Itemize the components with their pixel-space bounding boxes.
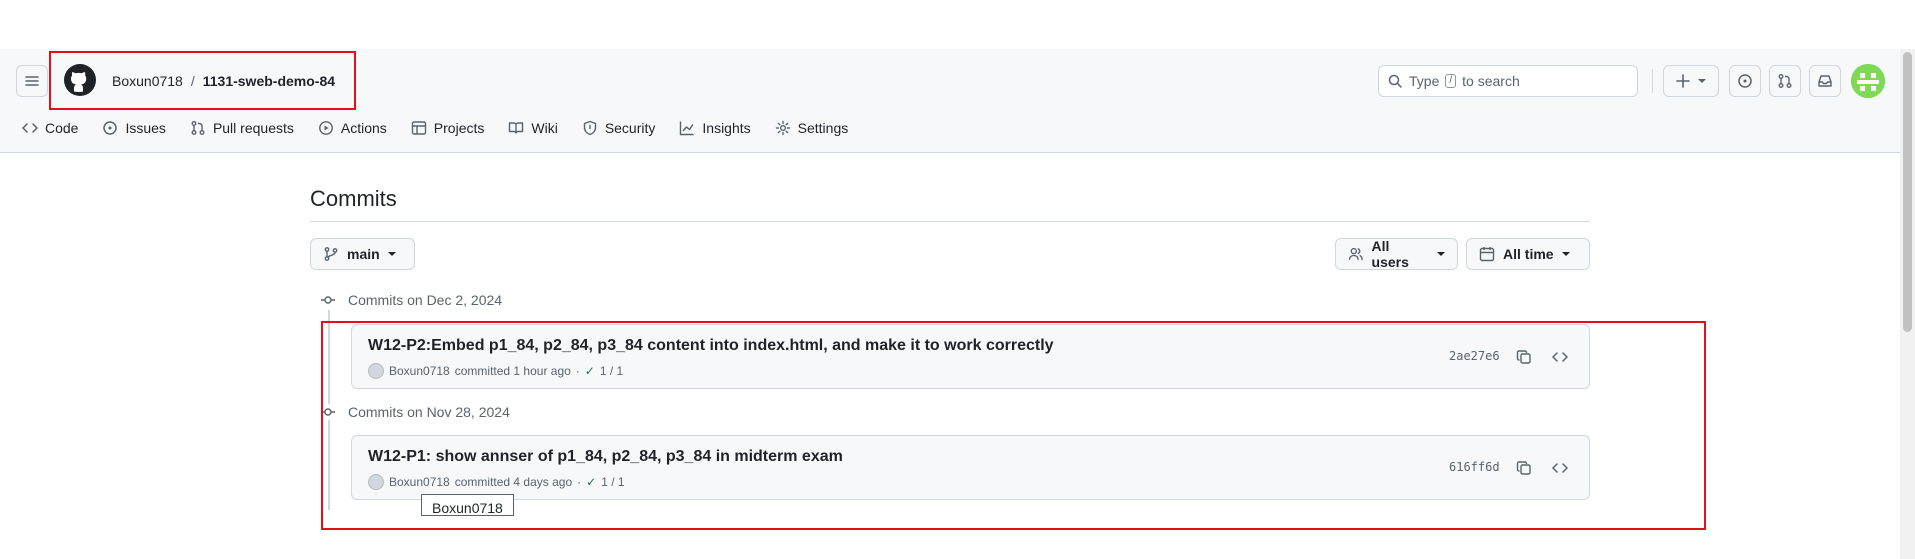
search-suffix: to search — [1462, 73, 1520, 89]
tab-wiki[interactable]: Wiki — [508, 118, 558, 138]
shield-icon — [583, 120, 597, 136]
git-commit-icon — [321, 296, 335, 304]
users-filter-button[interactable]: All users — [1335, 238, 1458, 270]
chevron-down-icon — [1437, 252, 1445, 256]
inbox-button[interactable] — [1809, 65, 1841, 97]
issues-button[interactable] — [1729, 65, 1761, 97]
commits-highlight — [321, 321, 1706, 530]
menu-button[interactable] — [16, 65, 48, 97]
tab-actions[interactable]: Actions — [318, 118, 387, 138]
scrollbar-thumb[interactable] — [1903, 52, 1912, 332]
repo-tabs: Code Issues Pull requests Actions Projec… — [22, 118, 872, 138]
tab-label: Wiki — [531, 120, 558, 136]
pull-request-icon — [1778, 74, 1792, 88]
tab-pull-requests[interactable]: Pull requests — [190, 118, 294, 138]
gear-icon — [775, 120, 790, 136]
tab-security[interactable]: Security — [582, 118, 656, 138]
people-icon — [1348, 247, 1363, 261]
title-divider — [310, 221, 1590, 222]
tab-label: Code — [45, 120, 79, 136]
tab-label: Issues — [125, 120, 166, 136]
search-icon — [1388, 74, 1402, 88]
issue-icon — [103, 121, 118, 135]
graph-icon — [680, 121, 694, 136]
tab-settings[interactable]: Settings — [775, 118, 849, 138]
users-filter-label: All users — [1371, 238, 1409, 270]
repo-breadcrumb-highlight — [49, 51, 356, 110]
tab-code[interactable]: Code — [22, 118, 78, 138]
tab-projects[interactable]: Projects — [411, 118, 485, 138]
git-branch-icon — [324, 247, 338, 261]
inbox-icon — [1818, 75, 1832, 87]
commit-group-date: Commits on Dec 2, 2024 — [348, 292, 503, 308]
tab-label: Insights — [702, 120, 751, 136]
search-shortcut-key: / — [1445, 74, 1457, 88]
identicon-icon — [1851, 64, 1885, 98]
page-scrollbar[interactable] — [1900, 49, 1915, 559]
user-avatar[interactable] — [1851, 64, 1885, 98]
branch-select-button[interactable]: main — [310, 238, 415, 270]
tab-insights[interactable]: Insights — [679, 118, 751, 138]
tab-label: Security — [604, 120, 656, 136]
chevron-down-icon — [1561, 252, 1570, 256]
commit-group-heading: Commits on Dec 2, 2024 — [318, 292, 503, 308]
chevron-down-icon — [1698, 79, 1706, 83]
issue-icon — [1738, 74, 1752, 88]
time-filter-label: All time — [1503, 246, 1554, 262]
play-icon — [318, 121, 333, 135]
create-new-button[interactable] — [1663, 65, 1719, 97]
book-icon — [509, 122, 524, 134]
tab-label: Settings — [797, 120, 849, 136]
chevron-down-icon — [387, 252, 396, 256]
code-icon — [22, 123, 38, 133]
pull-requests-button[interactable] — [1769, 65, 1801, 97]
plus-icon — [1676, 74, 1690, 88]
time-filter-button[interactable]: All time — [1466, 238, 1590, 270]
hamburger-icon — [25, 76, 39, 86]
search-prefix: Type — [1409, 73, 1440, 89]
calendar-icon — [1479, 247, 1495, 262]
tab-label: Actions — [340, 120, 387, 136]
pull-request-icon — [191, 121, 205, 135]
search-input[interactable]: Type / to search — [1378, 65, 1638, 97]
top-blank-area — [0, 0, 1915, 49]
page-title: Commits — [310, 186, 397, 211]
table-icon — [411, 121, 426, 135]
tab-label: Projects — [433, 120, 485, 136]
tab-issues[interactable]: Issues — [102, 118, 166, 138]
branch-name: main — [347, 246, 380, 262]
header-divider — [1652, 69, 1653, 93]
tab-label: Pull requests — [212, 120, 294, 136]
